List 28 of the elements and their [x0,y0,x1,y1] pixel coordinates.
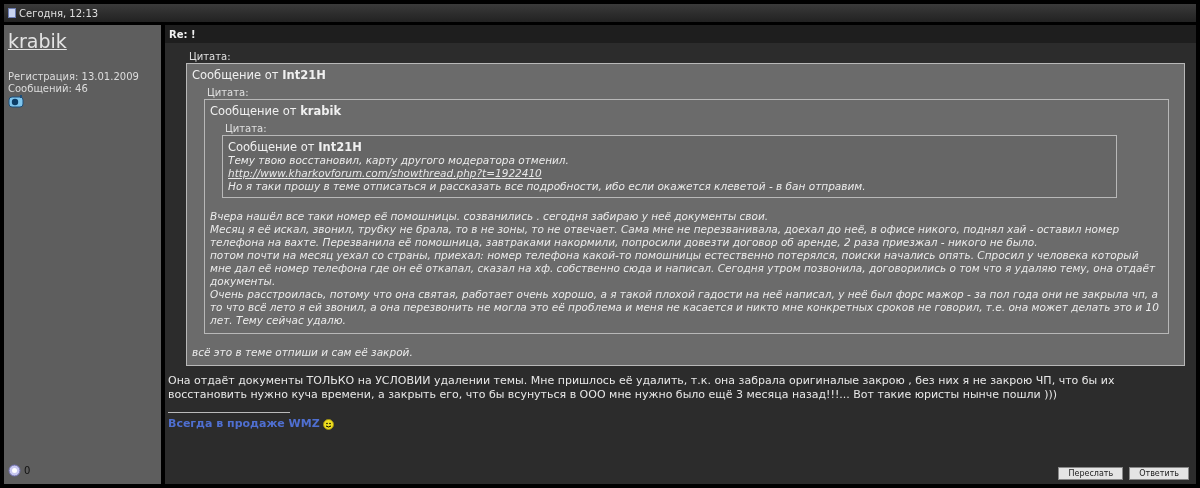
quote-label: Цитата: [206,86,250,99]
quote-text: Вчера нашёл все таки номер её помошницы. созванились . сегодня забираю у неё документы свои. [210,210,770,223]
quote-text: Месяц я её искал, звонил, трубку не брала, то в не зоны, то не отвечает. Сама мне не перезванивала, доехал до неё, в офисе никого, поднял хай - оставил номер телефона на вахте. Перезванила её помошница, завтраками накормили, попросили довезти договор об аренде, 2 раза приезжал - никого не было. [210,223,1121,249]
quote-text: всё это в теме отпиши и сам её закрой. [192,346,414,359]
quote-label: Цитата: [224,122,268,135]
camera-icon[interactable] [8,95,24,108]
reputation-icon [8,464,21,477]
username-link[interactable]: krabik [8,29,67,53]
post-body: Она отдаёт документы ТОЛЬКО на УСЛОВИИ удалении темы. Мне пришлось её удалить, т.к. она забрала оригиналые закрою , без них я не закрою ЧП, что бы их восстановить нужно куча времени, а закрыть его, что бы всунуться в ООО мне нужно было ещё 3 месяца назад!!!... Вот такие юристы нынче пошли ))) [168,374,1116,402]
quote-text: Очень расстроилась, потому что она святая, работает очень хорошо, а я такой плохой гадости на неё написал, у неё был форс мажор - за пол года они не закрыла чп, а то что всё лето я ей звонил, а она перезвонить не могла это её проблема и меня не касается и никто мне конкретных сроков не говорил, т.е. она может делать это и 10 лет. Тему сейчас удалю. [210,288,1160,327]
quote-text: Тему твою восстановил, карту другого модератора отменил. [228,154,570,167]
post-date: Сегодня, 12:13 [19,6,99,21]
registration-date: Регистрация: 13.01.2009 [8,71,140,83]
quote-author: Сообщение от Int21H [228,140,363,154]
reputation-value: 0 [24,464,31,478]
quote-author: Сообщение от krabik [210,104,343,118]
quote-author: Сообщение от Int21H [192,68,327,82]
signature: Всегда в продаже WMZ [168,416,320,432]
thread-link[interactable]: http://www.kharkovforum.com/showthread.php?t=1922410 [228,167,542,180]
quote-label: Цитата: [188,50,232,63]
document-icon [8,8,16,18]
post-count: Сообщений: 46 [8,83,89,95]
quote-text: Но я таки прошу в теме отписаться и рассказать все подробности, ибо если окажется клеветой - в бан отправим. [228,180,867,193]
action-button[interactable]: Переслать [1058,467,1124,480]
quote-text: потом почти на месяц уехал со страны, приехал: номер телефона какой-то помошницы естественно потерялся, поиски начались опять. Спросил у человека который мне дал её номер телефона где он её откапал, сказал на хф. собственно сюда и написал. Сегодня утром позвонила, договорились о том что я удаляю тему, она отдаёт документы. [210,249,1157,288]
smiley-icon [322,418,334,430]
action-button[interactable]: Ответить [1129,467,1189,480]
post-title: Re: ! [165,25,1196,43]
